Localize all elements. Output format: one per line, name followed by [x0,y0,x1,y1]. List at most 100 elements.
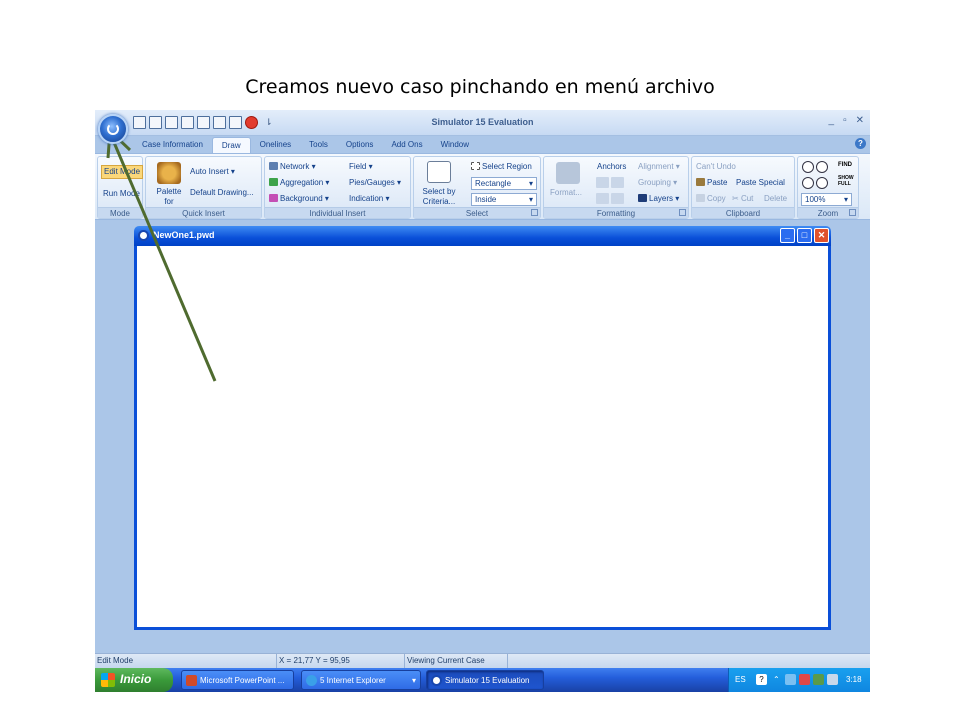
group-label-clipboard: Clipboard [692,207,794,218]
paste-button[interactable]: Paste [696,178,727,188]
doc-close-button[interactable]: ✕ [814,228,829,243]
copy-icon [696,194,705,202]
palette-for-button[interactable]: Palette for [154,187,184,207]
grouping-button[interactable]: Grouping ▾ [638,178,677,188]
network-button[interactable]: Network ▾ [269,162,316,172]
group-select: Select by Criteria... Select Region Rect… [413,156,541,219]
clock: 3:18 [846,675,862,684]
group-mode: Edit Mode Run Mode Mode [97,156,144,219]
eraser-icon [611,177,624,188]
chevron-down-icon: ▾ [528,179,533,188]
layers-icon [638,194,647,202]
palette-icon [157,162,181,184]
bring-front-icon [596,193,609,204]
chevron-down-icon: ▾ [843,195,848,204]
zoom-value: 100% [805,195,826,204]
language-indicator[interactable]: ES [735,675,746,684]
background-icon [269,194,278,202]
show-icons-icon[interactable]: ⌃ [773,675,780,684]
task-ie-label: 5 Internet Explorer [320,676,386,685]
group-quick-insert: Palette for Auto Insert ▾ Default Drawin… [145,156,262,219]
doc-maximize-button[interactable]: □ [797,228,812,243]
tab-tools[interactable]: Tools [300,137,337,153]
tab-draw[interactable]: Draw [211,137,251,153]
task-simulator[interactable]: Simulator 15 Evaluation [426,670,544,690]
zoom-out-icon[interactable] [816,177,828,189]
help-tray-icon[interactable]: ? [756,674,767,685]
group-individual-insert: Network ▾ Aggregation ▾ Background ▾ Fie… [264,156,411,219]
task-internet-explorer[interactable]: 5 Internet Explorer ▾ [301,670,421,690]
doc-minimize-button[interactable]: _ [780,228,795,243]
group-formatting: Format... Anchors Alignment ▾ Grouping ▾… [543,156,689,219]
inside-dropdown[interactable]: Inside ▾ [471,193,537,206]
zoom-dropdown[interactable]: 100% ▾ [801,193,852,206]
help-icon[interactable]: ? [855,138,866,149]
zoom-fit-icon[interactable] [802,177,814,189]
cut-button[interactable]: ✂ Cut [732,194,753,204]
edit-mode-button[interactable]: Edit Mode [101,165,144,179]
minimize-button[interactable]: _ [829,115,835,126]
application-menu-button[interactable] [98,114,128,144]
tab-window[interactable]: Window [432,137,478,153]
cut-label: Cut [740,194,754,203]
indication-button[interactable]: Indication ▾ [349,194,390,204]
aggregation-icon [269,178,278,186]
zoom-in-icon[interactable] [802,161,814,173]
group-clipboard: Can't Undo Paste Paste Special Copy ✂ Cu… [691,156,795,219]
zoom-in-row [802,161,830,175]
zoom-area-icon[interactable] [816,161,828,173]
document-window[interactable]: NewOne1.pwd _ □ ✕ [134,226,831,630]
security-tray-icon[interactable] [799,674,810,685]
undo-button[interactable]: Can't Undo [696,162,736,172]
select-launcher-icon[interactable] [531,209,538,216]
group-label-formatting: Formatting [544,207,688,218]
task-powerpoint[interactable]: Microsoft PowerPoint ... [181,670,294,690]
tab-onelines[interactable]: Onelines [251,137,301,153]
tab-options[interactable]: Options [337,137,383,153]
run-mode-button[interactable]: Run Mode [103,189,140,199]
rectangle-dropdown[interactable]: Rectangle ▾ [471,177,537,190]
send-back-icon [611,193,624,204]
window-controls: _ ▫ ✕ [829,115,865,126]
status-case: Viewing Current Case [405,654,508,669]
tab-case-information[interactable]: Case Information [133,137,212,153]
layers-button[interactable]: Layers ▾ [638,194,679,204]
field-label: Field [349,162,367,171]
volume-tray-icon[interactable] [813,674,824,685]
layers-label: Layers [649,194,674,203]
anchors-button[interactable]: Anchors [597,162,626,172]
paste-special-button[interactable]: Paste Special [736,178,785,188]
pies-gauges-button[interactable]: Pies/Gauges ▾ [349,178,401,188]
find-button[interactable]: FIND [838,160,852,170]
formatting-launcher-icon[interactable] [679,209,686,216]
close-button[interactable]: ✕ [856,115,864,126]
copy-button[interactable]: Copy [696,194,726,204]
alignment-button[interactable]: Alignment ▾ [638,162,680,172]
antivirus-tray-icon[interactable] [827,674,838,685]
document-title-bar[interactable]: NewOne1.pwd _ □ ✕ [134,226,831,246]
tab-add-ons[interactable]: Add Ons [382,137,431,153]
format-button[interactable]: Format... [550,188,582,198]
field-button[interactable]: Field ▾ [349,162,373,172]
show-full-button[interactable]: SHOW FULL [838,175,854,187]
task-powerpoint-label: Microsoft PowerPoint ... [200,676,285,685]
select-region-button[interactable]: Select Region [471,162,532,172]
application-window: ⇂ Simulator 15 Evaluation _ ▫ ✕ Case Inf… [95,110,870,692]
restore-button[interactable]: ▫ [843,115,847,126]
group-label-quick-insert: Quick Insert [146,207,261,218]
select-by-criteria-button[interactable]: Select by Criteria... [418,187,460,207]
network-tray-icon[interactable] [785,674,796,685]
aggregation-button[interactable]: Aggregation ▾ [269,178,329,188]
chevron-down-icon: ▾ [411,676,416,685]
zoom-launcher-icon[interactable] [849,209,856,216]
start-button[interactable]: Inicio [95,668,173,692]
system-tray: ES ? ⌃ 3:18 [728,668,870,692]
paste-label: Paste [707,178,728,187]
default-drawing-button[interactable]: Default Drawing... [190,188,254,198]
auto-insert-button[interactable]: Auto Insert ▾ [190,167,235,177]
delete-button[interactable]: Delete [764,194,787,204]
background-button[interactable]: Background ▾ [269,194,329,204]
power-orb-icon [107,123,119,135]
ribbon: Edit Mode Run Mode Mode Palette for Auto… [95,153,870,220]
internet-explorer-icon [306,675,317,686]
